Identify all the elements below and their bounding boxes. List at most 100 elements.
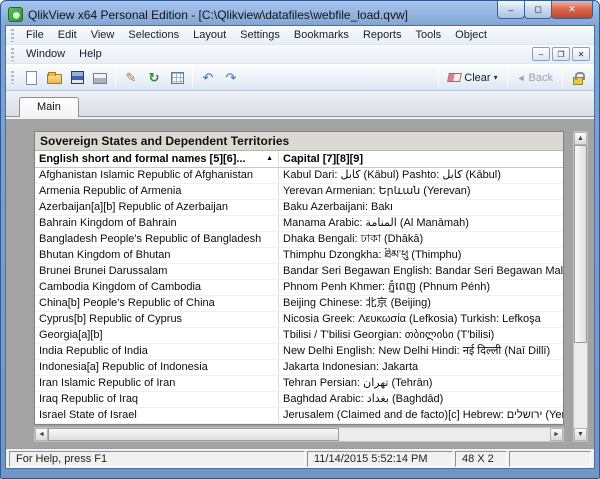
table-row[interactable]: Cambodia Kingdom of Cambodia Phnom Penh … xyxy=(35,280,563,296)
country-cell[interactable]: Azerbaijan[a][b] Republic of Azerbaijan xyxy=(35,200,279,215)
menu-item-object[interactable]: Object xyxy=(448,27,494,43)
capital-cell[interactable]: Jerusalem (Claimed and de facto)[c] Hebr… xyxy=(279,408,563,423)
capital-cell[interactable]: Baghdad Arabic: بغداد (Baghdād) xyxy=(279,392,563,407)
country-cell[interactable]: Israel State of Israel xyxy=(35,408,279,423)
menu-row-1: File Edit View Selections Layout Setting… xyxy=(6,26,594,45)
menu-item-view[interactable]: View xyxy=(84,27,122,43)
new-file-button[interactable] xyxy=(20,67,42,89)
capital-cell[interactable]: Thimphu Dzongkha: ཐིམ་ཕུ (Thimphu) xyxy=(279,248,563,263)
table-row[interactable]: Bahrain Kingdom of Bahrain Manama Arabic… xyxy=(35,216,563,232)
table-row[interactable]: Armenia Republic of Armenia Yerevan Arme… xyxy=(35,184,563,200)
vertical-scroll-thumb[interactable] xyxy=(574,145,587,344)
capital-cell[interactable]: Manama Arabic: المنامة (Al Manāmah) xyxy=(279,216,563,231)
menu-item-selections[interactable]: Selections xyxy=(121,27,186,43)
country-cell[interactable]: Indonesia[a] Republic of Indonesia xyxy=(35,360,279,375)
vertical-scroll-track[interactable] xyxy=(574,145,587,428)
country-cell[interactable]: Bhutan Kingdom of Bhutan xyxy=(35,248,279,263)
capital-cell[interactable]: Tbilisi / T'bilisi Georgian: თბილისი (T'… xyxy=(279,328,563,343)
back-button[interactable]: ◄ Back xyxy=(512,67,558,89)
country-cell[interactable]: Iraq Republic of Iraq xyxy=(35,392,279,407)
close-button[interactable]: ✕ xyxy=(551,1,593,19)
redo-button[interactable]: ↷ xyxy=(220,67,242,89)
scroll-down-icon[interactable]: ▼ xyxy=(574,428,587,441)
column-header-capital[interactable]: Capital [7][8][9] xyxy=(279,151,563,167)
vertical-scrollbar[interactable]: ▲ ▼ xyxy=(573,131,588,442)
menu-item-file[interactable]: File xyxy=(19,27,51,43)
table-row[interactable]: Cyprus[b] Republic of Cyprus Nicosia Gre… xyxy=(35,312,563,328)
country-cell[interactable]: Bangladesh People's Republic of Banglade… xyxy=(35,232,279,247)
undo-button[interactable]: ↶ xyxy=(197,67,219,89)
menu-item-settings[interactable]: Settings xyxy=(233,27,287,43)
menu-item-bookmarks[interactable]: Bookmarks xyxy=(287,27,356,43)
table-row[interactable]: Israel State of Israel Jerusalem (Claime… xyxy=(35,408,563,424)
capital-cell[interactable]: Dhaka Bengali: ঢাকা (Dhākā) xyxy=(279,232,563,247)
menu-item-edit[interactable]: Edit xyxy=(51,27,84,43)
table-row[interactable]: Bhutan Kingdom of Bhutan Thimphu Dzongkh… xyxy=(35,248,563,264)
country-cell[interactable]: Armenia Republic of Armenia xyxy=(35,184,279,199)
toolbar-separator xyxy=(438,68,440,87)
table-row[interactable]: China[b] People's Republic of China Beij… xyxy=(35,296,563,312)
country-cell[interactable]: Bahrain Kingdom of Bahrain xyxy=(35,216,279,231)
edit-script-button[interactable]: ✎ xyxy=(120,67,142,89)
country-cell[interactable]: Georgia[a][b] xyxy=(35,328,279,343)
menu-item-help[interactable]: Help xyxy=(72,46,109,62)
column-header-names[interactable]: English short and formal names [5][6]...… xyxy=(35,151,279,167)
capital-cell[interactable]: Tehran Persian: تهران (Tehrān) xyxy=(279,376,563,391)
mdi-minimize-button[interactable]: – xyxy=(532,47,550,61)
country-cell[interactable]: Brunei Brunei Darussalam xyxy=(35,264,279,279)
clear-dropdown-icon[interactable]: ▾ xyxy=(494,73,498,82)
maximize-button[interactable]: ◻ xyxy=(524,1,552,19)
capital-cell[interactable]: Phnom Penh Khmer: ភ្នំពេញ (Phnum Pénh) xyxy=(279,280,563,295)
titlebar[interactable]: QlikView x64 Personal Edition - [C:\Qlik… xyxy=(5,1,595,25)
capital-cell[interactable]: Yerevan Armenian: Երևան (Yerevan) xyxy=(279,184,563,199)
capital-cell[interactable]: New Delhi English: New Delhi Hindi: नई द… xyxy=(279,344,563,359)
save-button[interactable] xyxy=(66,67,88,89)
capital-cell[interactable]: Kabul Dari: كابل (Kābul) Pashto: كابل (K… xyxy=(279,168,563,183)
table-row[interactable]: Azerbaijan[a][b] Republic of Azerbaijan … xyxy=(35,200,563,216)
open-button[interactable] xyxy=(43,67,65,89)
table-caption[interactable]: Sovereign States and Dependent Territori… xyxy=(35,132,563,151)
country-cell[interactable]: Iran Islamic Republic of Iran xyxy=(35,376,279,391)
country-cell[interactable]: China[b] People's Republic of China xyxy=(35,296,279,311)
mdi-restore-button[interactable]: ❐ xyxy=(552,47,570,61)
capital-cell[interactable]: Beijing Chinese: 北京 (Beijing) xyxy=(279,296,563,311)
status-dimensions: 48 X 2 xyxy=(455,450,507,467)
menu-item-layout[interactable]: Layout xyxy=(186,27,233,43)
minimize-button[interactable]: – xyxy=(497,1,525,19)
table-viewer-button[interactable] xyxy=(166,67,188,89)
horizontal-scroll-track[interactable] xyxy=(48,428,550,441)
country-cell[interactable]: Afghanistan Islamic Republic of Afghanis… xyxy=(35,168,279,183)
country-cell[interactable]: Cambodia Kingdom of Cambodia xyxy=(35,280,279,295)
mdi-close-button[interactable]: ✕ xyxy=(572,47,590,61)
menu-item-tools[interactable]: Tools xyxy=(408,27,448,43)
print-button[interactable] xyxy=(89,67,111,89)
capital-cell[interactable]: Baku Azerbaijani: Bakı xyxy=(279,200,563,215)
table-row[interactable]: Brunei Brunei Darussalam Bandar Seri Beg… xyxy=(35,264,563,280)
status-timestamp: 11/14/2015 5:52:14 PM xyxy=(307,450,453,467)
country-cell[interactable]: Cyprus[b] Republic of Cyprus xyxy=(35,312,279,327)
horizontal-scrollbar[interactable]: ◄ ► xyxy=(34,427,564,442)
scroll-up-icon[interactable]: ▲ xyxy=(574,132,587,145)
table-row[interactable]: Iran Islamic Republic of Iran Tehran Per… xyxy=(35,376,563,392)
table-row[interactable]: Afghanistan Islamic Republic of Afghanis… xyxy=(35,168,563,184)
table-row[interactable]: Iraq Republic of Iraq Baghdad Arabic: بغ… xyxy=(35,392,563,408)
country-cell[interactable]: India Republic of India xyxy=(35,344,279,359)
clear-label: Clear xyxy=(464,71,491,84)
table-row[interactable]: Indonesia[a] Republic of Indonesia Jakar… xyxy=(35,360,563,376)
reload-button[interactable]: ↻ xyxy=(143,67,165,89)
menu-item-reports[interactable]: Reports xyxy=(356,27,409,43)
table-row[interactable]: Georgia[a][b] Tbilisi / T'bilisi Georgia… xyxy=(35,328,563,344)
menu-item-window[interactable]: Window xyxy=(19,46,72,62)
table-row[interactable]: Bangladesh People's Republic of Banglade… xyxy=(35,232,563,248)
lock-button[interactable] xyxy=(567,67,589,89)
capital-cell[interactable]: Nicosia Greek: Λευκωσία (Lefkosia) Turki… xyxy=(279,312,563,327)
capital-cell[interactable]: Jakarta Indonesian: Jakarta xyxy=(279,360,563,375)
tab-main[interactable]: Main xyxy=(19,97,79,117)
back-arrow-icon: ◄ xyxy=(516,72,526,83)
capital-cell[interactable]: Bandar Seri Begawan English: Bandar Seri… xyxy=(279,264,563,279)
scroll-right-icon[interactable]: ► xyxy=(550,428,563,441)
table-row[interactable]: India Republic of India New Delhi Englis… xyxy=(35,344,563,360)
clear-button[interactable]: Clear ▾ xyxy=(443,67,502,89)
scroll-left-icon[interactable]: ◄ xyxy=(35,428,48,441)
horizontal-scroll-thumb[interactable] xyxy=(48,428,340,441)
